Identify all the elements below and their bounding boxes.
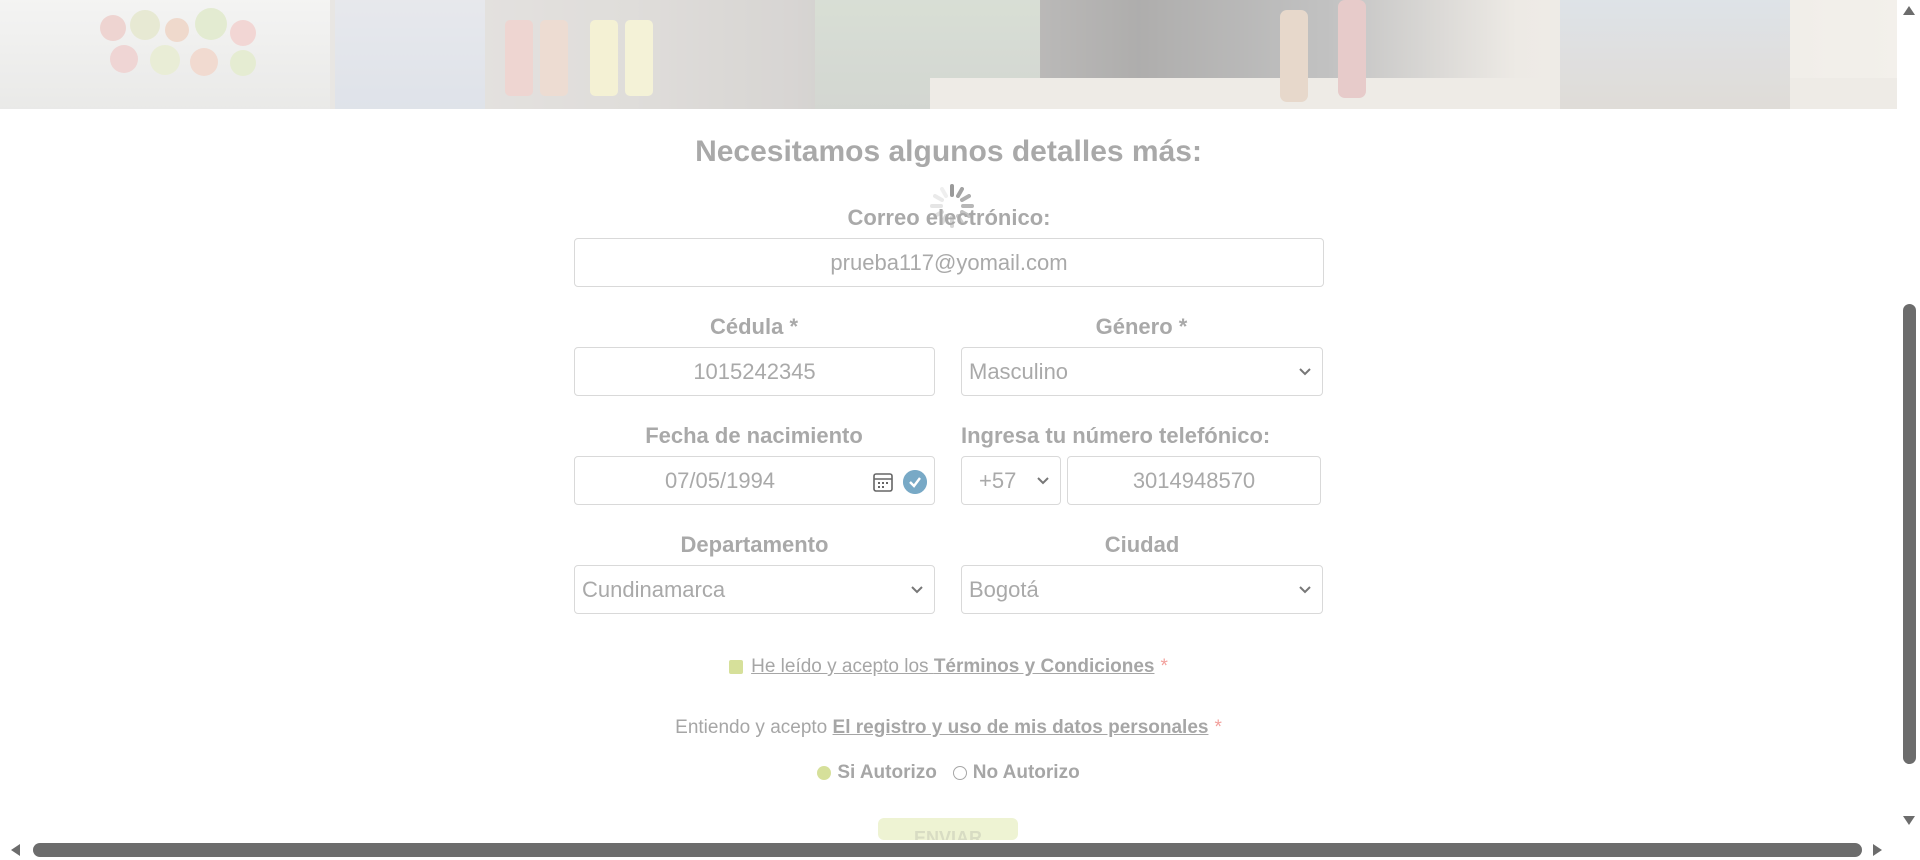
terms-link[interactable]: Términos y Condiciones xyxy=(934,656,1155,677)
chevron-down-icon xyxy=(1299,367,1311,375)
horizontal-scrollbar[interactable] xyxy=(0,840,1897,860)
privacy-prefix: Entiendo y acepto xyxy=(675,717,828,738)
fecha-value: 07/05/1994 xyxy=(664,467,776,493)
privacy-required-mark: * xyxy=(1214,717,1222,738)
terms-checkbox[interactable] xyxy=(729,659,744,674)
terms-prefix: He leído y acepto los xyxy=(751,656,929,677)
telefono-field[interactable]: 3014948570 xyxy=(1067,456,1321,505)
check-circle-icon xyxy=(903,470,927,494)
fecha-field[interactable]: 07/05/1994 xyxy=(574,456,935,505)
terms-row: He leído y acepto los Términos y Condici… xyxy=(0,656,1897,678)
ciudad-label: Ciudad xyxy=(1104,532,1180,557)
departamento-label: Departamento xyxy=(680,532,829,557)
cedula-value: 1015242345 xyxy=(693,358,816,384)
scroll-down-arrow-icon[interactable] xyxy=(1903,816,1915,825)
ciudad-select[interactable]: Bogotá xyxy=(961,565,1323,614)
email-label: Correo electrónico: xyxy=(847,205,1051,230)
calendar-icon[interactable] xyxy=(872,471,894,493)
radio-si-label[interactable]: Si Autorizo xyxy=(837,762,937,783)
genero-select[interactable]: Masculino xyxy=(961,347,1323,396)
terms-text[interactable]: He leído y acepto los Términos y Condici… xyxy=(751,656,1154,677)
radio-si-autorizo[interactable] xyxy=(817,765,832,780)
privacy-row: Entiendo y acepto El registro y uso de m… xyxy=(0,717,1897,739)
horizontal-scroll-thumb[interactable] xyxy=(33,843,1862,857)
scrollbar-corner xyxy=(1897,840,1920,860)
cedula-field[interactable]: 1015242345 xyxy=(574,347,935,396)
submit-label: ENVIAR xyxy=(913,828,982,840)
chevron-down-icon xyxy=(911,585,923,593)
telefono-label: Ingresa tu número telefónico: xyxy=(961,423,1271,448)
hero-banner-image xyxy=(0,0,1897,109)
radio-no-autorizo[interactable] xyxy=(952,765,967,780)
country-code-select[interactable]: +57 xyxy=(961,456,1061,505)
genero-value: Masculino xyxy=(969,358,1069,384)
departamento-select[interactable]: Cundinamarca xyxy=(574,565,935,614)
scroll-right-arrow-icon[interactable] xyxy=(1873,844,1882,856)
telefono-value: 3014948570 xyxy=(1132,467,1256,493)
authorization-radios: Si Autorizo No Autorizo xyxy=(0,762,1897,784)
chevron-down-icon xyxy=(1299,585,1311,593)
email-field[interactable]: prueba117@yomail.com xyxy=(574,238,1324,287)
chevron-down-icon xyxy=(1037,476,1049,484)
radio-no-label[interactable]: No Autorizo xyxy=(973,762,1080,783)
cedula-label: Cédula * xyxy=(709,314,799,339)
page-title: Necesitamos algunos detalles más: xyxy=(695,135,1202,168)
terms-required-mark: * xyxy=(1160,656,1168,677)
country-code-value: +57 xyxy=(979,467,1017,493)
fecha-label: Fecha de nacimiento xyxy=(645,423,863,448)
scroll-left-arrow-icon[interactable] xyxy=(11,844,20,856)
scroll-up-arrow-icon[interactable] xyxy=(1903,6,1915,15)
vertical-scroll-thumb[interactable] xyxy=(1903,304,1916,764)
departamento-value: Cundinamarca xyxy=(582,576,726,602)
vertical-scrollbar[interactable] xyxy=(1897,0,1920,840)
privacy-link[interactable]: El registro y uso de mis datos personale… xyxy=(833,717,1209,738)
submit-button[interactable]: ENVIAR xyxy=(878,818,1018,840)
genero-label: Género * xyxy=(1095,314,1188,339)
ciudad-value: Bogotá xyxy=(969,576,1039,602)
email-value: prueba117@yomail.com xyxy=(830,249,1068,275)
